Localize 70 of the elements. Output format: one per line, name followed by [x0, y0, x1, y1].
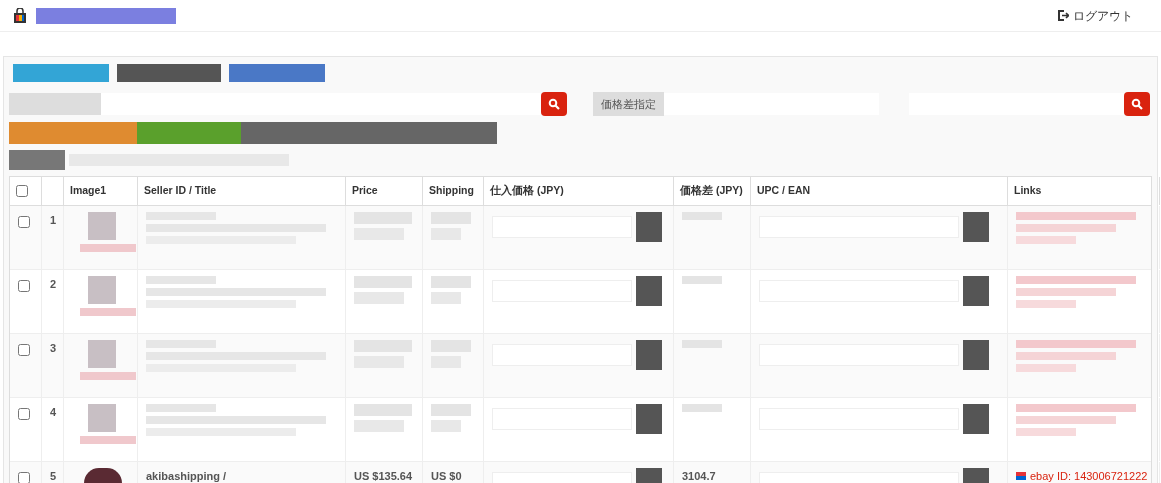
blurred-button[interactable] [13, 64, 109, 82]
blurred-block [682, 276, 722, 284]
row-number: 5 [50, 469, 57, 483]
action-button[interactable] [636, 212, 662, 242]
row-checkbox[interactable] [18, 280, 30, 292]
price-text: US $135.64 [354, 469, 413, 483]
field-label: 価格差指定 [593, 92, 664, 116]
column-header: UPC / EAN [757, 183, 811, 199]
search-button[interactable] [1124, 92, 1150, 116]
blurred-block [682, 404, 722, 412]
flag-icon [1016, 472, 1026, 481]
column-header: Seller ID / Title [144, 183, 217, 199]
blurred-block [146, 276, 216, 284]
action-button[interactable] [963, 340, 989, 370]
blurred-block [431, 404, 471, 416]
select-all-checkbox[interactable] [16, 185, 28, 197]
action-button[interactable] [963, 276, 989, 306]
blurred-block [431, 276, 471, 288]
photo-placeholder [88, 276, 116, 304]
blurred-block [80, 244, 136, 252]
search-field[interactable] [101, 93, 541, 115]
column-header: 仕入価格 (JPY) [490, 183, 564, 199]
blurred-block [1016, 236, 1076, 244]
blurred-block [80, 372, 136, 380]
blurred-block [1016, 300, 1076, 308]
row-number: 2 [50, 277, 57, 292]
blurred-block [9, 150, 65, 170]
blurred-button[interactable] [9, 122, 137, 144]
price-diff-text: 3104.7 [682, 469, 716, 483]
action-button[interactable] [636, 340, 662, 370]
photo-placeholder [88, 404, 116, 432]
blurred-block [80, 308, 136, 316]
seller-title: akibashipping / [146, 469, 227, 483]
row-number: 4 [50, 405, 57, 420]
ebay-link[interactable]: ebay ID: 143006721222 [1030, 468, 1148, 483]
blurred-button[interactable] [241, 122, 385, 144]
blurred-block [354, 276, 412, 288]
column-header: 価格差 (JPY) [680, 183, 743, 199]
action-button[interactable] [636, 404, 662, 434]
blurred-block [354, 404, 412, 416]
shopping-bag-icon [12, 7, 28, 24]
row-checkbox[interactable] [18, 472, 30, 483]
row-checkbox[interactable] [18, 408, 30, 420]
blurred-button[interactable] [229, 64, 325, 82]
row-number: 1 [50, 213, 57, 228]
action-button[interactable] [636, 276, 662, 306]
blurred-button[interactable] [385, 122, 497, 144]
blurred-button[interactable] [117, 64, 221, 82]
blurred-block [146, 404, 216, 412]
shipping-text: US $0 [431, 469, 462, 483]
column-header: Shipping [429, 183, 474, 199]
column-header: Image1 [70, 183, 107, 199]
blurred-block [80, 436, 136, 444]
column-header: Links [1014, 183, 1042, 199]
photo-placeholder [88, 212, 116, 240]
blurred-block [1016, 428, 1076, 436]
search-button[interactable] [541, 92, 567, 116]
action-button[interactable] [963, 212, 989, 242]
column-header: Price [352, 183, 378, 199]
action-button[interactable] [963, 404, 989, 434]
min-price-field[interactable] [664, 93, 879, 115]
blurred-block [1016, 364, 1076, 372]
max-price-field[interactable] [909, 93, 1124, 115]
photo-placeholder [88, 340, 116, 368]
logout-icon [1058, 10, 1069, 21]
row-checkbox[interactable] [18, 344, 30, 356]
logout-link[interactable]: ログアウト [1058, 6, 1133, 25]
blurred-button[interactable] [137, 122, 241, 144]
row-checkbox[interactable] [18, 216, 30, 228]
row-number: 3 [50, 341, 57, 356]
